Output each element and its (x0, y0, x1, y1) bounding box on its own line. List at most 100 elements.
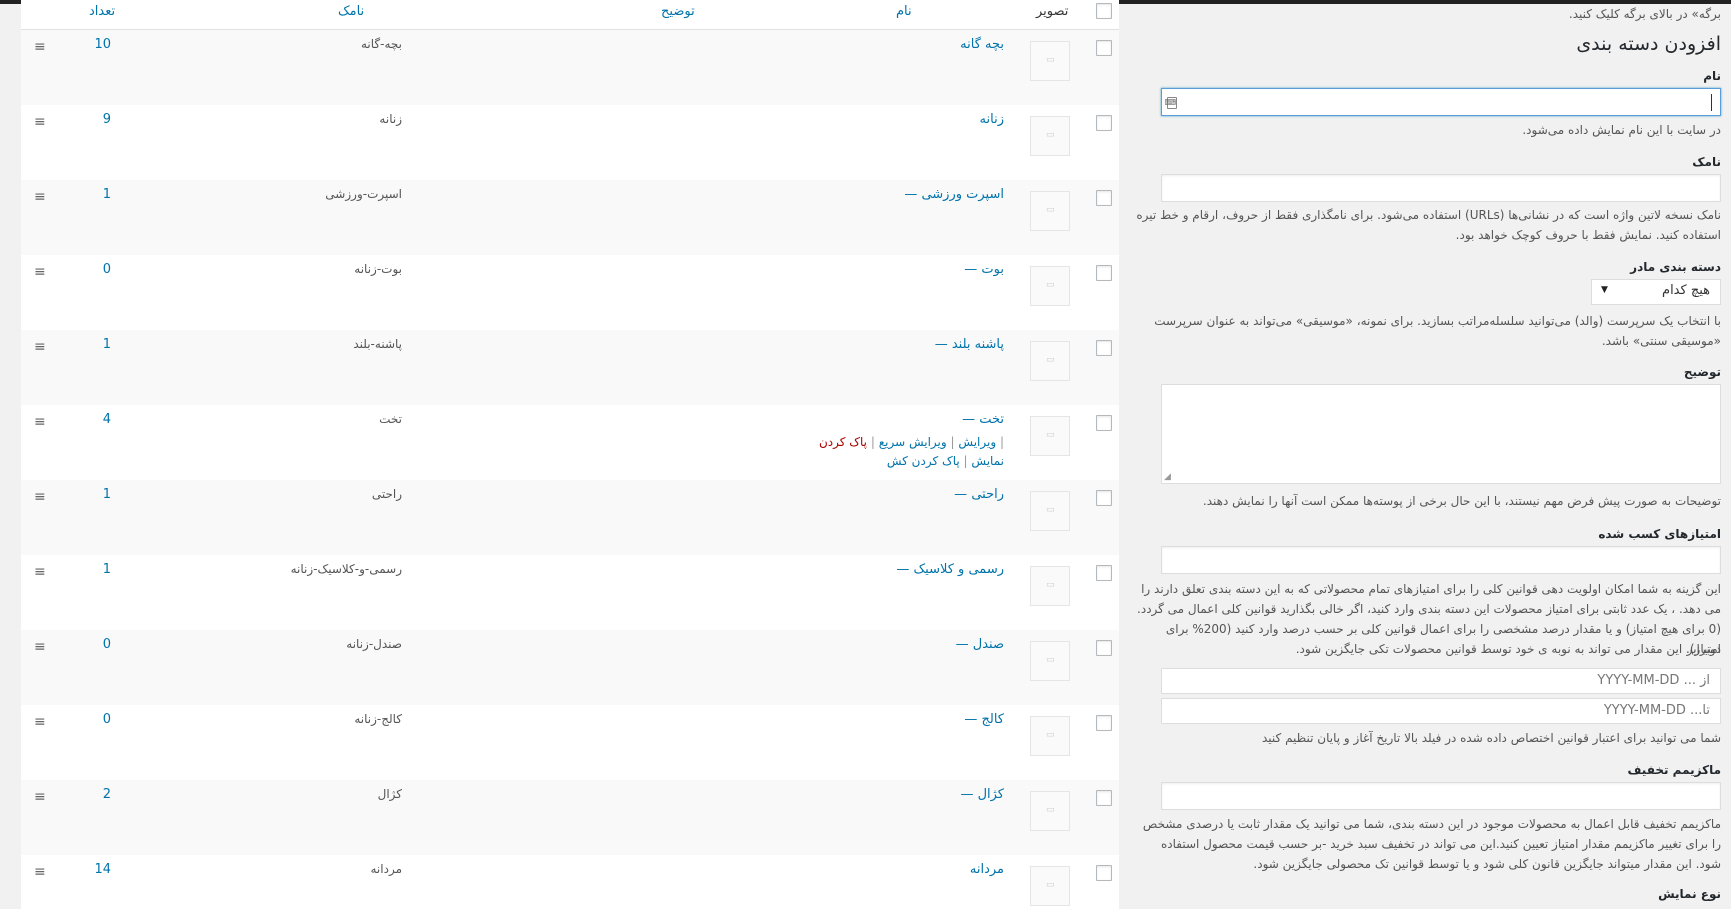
drag-handle-icon[interactable]: ≡ (34, 564, 46, 580)
category-count-link[interactable]: 1 (103, 337, 111, 352)
row-checkbox[interactable] (1096, 640, 1112, 656)
row-checkbox[interactable] (1096, 265, 1112, 281)
parent-select-value: هیچ کدام (1662, 283, 1710, 298)
category-name-link[interactable]: — راحتی (954, 487, 1004, 502)
add-category-form: برگه» در بالای برگه کلیک کنید. افزودن دس… (1133, 0, 1731, 909)
parent-label: دسته بندی مادر (1630, 260, 1721, 274)
category-count-link[interactable]: 1 (103, 187, 111, 202)
category-count-link[interactable]: 9 (103, 112, 111, 127)
image-placeholder-icon: ▭ (1030, 41, 1070, 81)
max-discount-description-1: ماکزیمم تخفیف قابل اعمال به محصولات موجو… (1142, 817, 1721, 831)
text-caret (1711, 94, 1712, 111)
column-slug-header[interactable]: نامک (338, 4, 364, 19)
name-input[interactable]: ⌨ (1161, 88, 1721, 116)
row-checkbox[interactable] (1096, 565, 1112, 581)
form-title: افزودن دسته بندی (1576, 33, 1721, 55)
edit-link[interactable]: ویرایش (958, 435, 996, 449)
view-link[interactable]: نمایش (971, 454, 1004, 468)
category-count-link[interactable]: 0 (103, 712, 111, 727)
category-name-link[interactable]: — تخت (962, 412, 1004, 427)
slug-description-2: استفاده کنید. نمایش فقط با حروف کوچک خوا… (1455, 228, 1721, 242)
row-checkbox[interactable] (1096, 865, 1112, 881)
drag-handle-icon[interactable]: ≡ (34, 414, 46, 430)
image-placeholder-icon: ▭ (1030, 716, 1070, 756)
category-count-link[interactable]: 10 (94, 37, 111, 52)
drag-handle-icon[interactable]: ≡ (34, 114, 46, 130)
category-name-link[interactable]: زنانه (980, 112, 1004, 127)
category-count-link[interactable]: 14 (94, 862, 111, 877)
category-count-link[interactable]: 0 (103, 262, 111, 277)
date-to-input[interactable]: تا... YYYY-MM-DD (1161, 698, 1721, 724)
category-count-link[interactable]: 4 (103, 412, 111, 427)
row-checkbox[interactable] (1096, 115, 1112, 131)
row-checkbox[interactable] (1096, 490, 1112, 506)
category-name-link[interactable]: — کالج (964, 712, 1004, 727)
category-name-link[interactable]: — رسمی و کلاسیک (896, 562, 1004, 577)
category-name-link[interactable]: — اسپرت ورزشی (904, 187, 1004, 202)
category-slug: اسپرت-ورزشی (325, 187, 402, 201)
description-textarea[interactable]: ◢ (1161, 384, 1721, 484)
drag-handle-icon[interactable]: ≡ (34, 189, 46, 205)
image-placeholder-icon: ▭ (1030, 116, 1070, 156)
row-checkbox[interactable] (1096, 790, 1112, 806)
row-checkbox[interactable] (1096, 40, 1112, 56)
top-note: برگه» در بالای برگه کلیک کنید. (1568, 7, 1721, 21)
row-checkbox[interactable] (1096, 715, 1112, 731)
table-row: ▭ — رسمی و کلاسیک رسمی-و-کلاسیک-زنانه 1 ≡ (21, 555, 1119, 630)
category-name-link[interactable]: — صندل (956, 637, 1004, 652)
resize-grip-icon[interactable]: ◢ (1164, 472, 1171, 482)
category-count-link[interactable]: 1 (103, 487, 111, 502)
column-count-header[interactable]: تعداد (89, 4, 115, 19)
drag-handle-icon[interactable]: ≡ (34, 864, 46, 880)
table-header: تصویر نام توضیح نامک تعداد (21, 0, 1119, 30)
category-slug: زنانه (379, 112, 402, 126)
drag-handle-icon[interactable]: ≡ (34, 39, 46, 55)
select-all-checkbox[interactable] (1096, 3, 1112, 19)
category-name-link[interactable]: — پاشنه بلند (935, 337, 1004, 352)
row-checkbox[interactable] (1096, 190, 1112, 206)
category-count-link[interactable]: 2 (103, 787, 111, 802)
category-name-link[interactable]: — کژال (960, 787, 1004, 802)
name-description: در سایت با این نام نمایش داده می‌شود. (1522, 123, 1721, 137)
quick-edit-link[interactable]: ویرایش سریع (879, 435, 947, 449)
category-slug: بوت-زنانه (354, 262, 402, 276)
category-name-link[interactable]: مردانه (970, 862, 1004, 877)
row-checkbox[interactable] (1096, 415, 1112, 431)
image-placeholder-icon: ▭ (1030, 266, 1070, 306)
keyboard-icon[interactable]: ⌨ (1164, 97, 1177, 109)
row-actions: ویرایش | ویرایش سریع | پاک کردن | نمایش |… (819, 433, 1004, 471)
description-help: توضیحات به صورت پیش فرض مهم نیستند، با ا… (1202, 494, 1721, 508)
action-separator: | (870, 435, 875, 449)
points-description-2: می دهد. ، یک عدد ثابتی برای امتیاز محصول… (1137, 602, 1721, 616)
table-row: ▭ مردانه مردانه 14 ≡ (21, 855, 1119, 909)
category-name-link[interactable]: بچه گانه (960, 37, 1004, 52)
table-row: ▭ بچه گانه بچه-گانه 10 ≡ (21, 30, 1119, 105)
drag-handle-icon[interactable]: ≡ (34, 714, 46, 730)
points-input[interactable] (1161, 546, 1721, 574)
delete-link[interactable]: پاک کردن (819, 435, 867, 449)
drag-handle-icon[interactable]: ≡ (34, 264, 46, 280)
points-label: امتیازهای کسب شده (1598, 527, 1721, 541)
slug-input[interactable] (1161, 174, 1721, 202)
table-row: ▭ — بوت بوت-زنانه 0 ≡ (21, 255, 1119, 330)
max-discount-input[interactable] (1161, 782, 1721, 810)
category-name-link[interactable]: — بوت (964, 262, 1004, 277)
column-name-header[interactable]: نام (896, 4, 912, 19)
image-placeholder-icon: ▭ (1030, 341, 1070, 381)
category-count-link[interactable]: 1 (103, 562, 111, 577)
clear-cache-link[interactable]: پاک کردن کش (887, 454, 960, 468)
drag-handle-icon[interactable]: ≡ (34, 339, 46, 355)
image-placeholder-icon: ▭ (1030, 791, 1070, 831)
drag-handle-icon[interactable]: ≡ (34, 489, 46, 505)
description-label: توضیح (1683, 365, 1721, 379)
parent-select[interactable]: هیچ کدام ▼ (1591, 279, 1721, 305)
drag-handle-icon[interactable]: ≡ (34, 639, 46, 655)
image-placeholder-icon: ▭ (1030, 566, 1070, 606)
max-discount-label: ماکزیمم تخفیف (1627, 763, 1722, 777)
date-from-input[interactable]: از ... YYYY-MM-DD (1161, 668, 1721, 694)
column-description-header[interactable]: توضیح (661, 4, 695, 19)
drag-handle-icon[interactable]: ≡ (34, 789, 46, 805)
category-count-link[interactable]: 0 (103, 637, 111, 652)
row-checkbox[interactable] (1096, 340, 1112, 356)
table-row: ▭ — اسپرت ورزشی اسپرت-ورزشی 1 ≡ (21, 180, 1119, 255)
